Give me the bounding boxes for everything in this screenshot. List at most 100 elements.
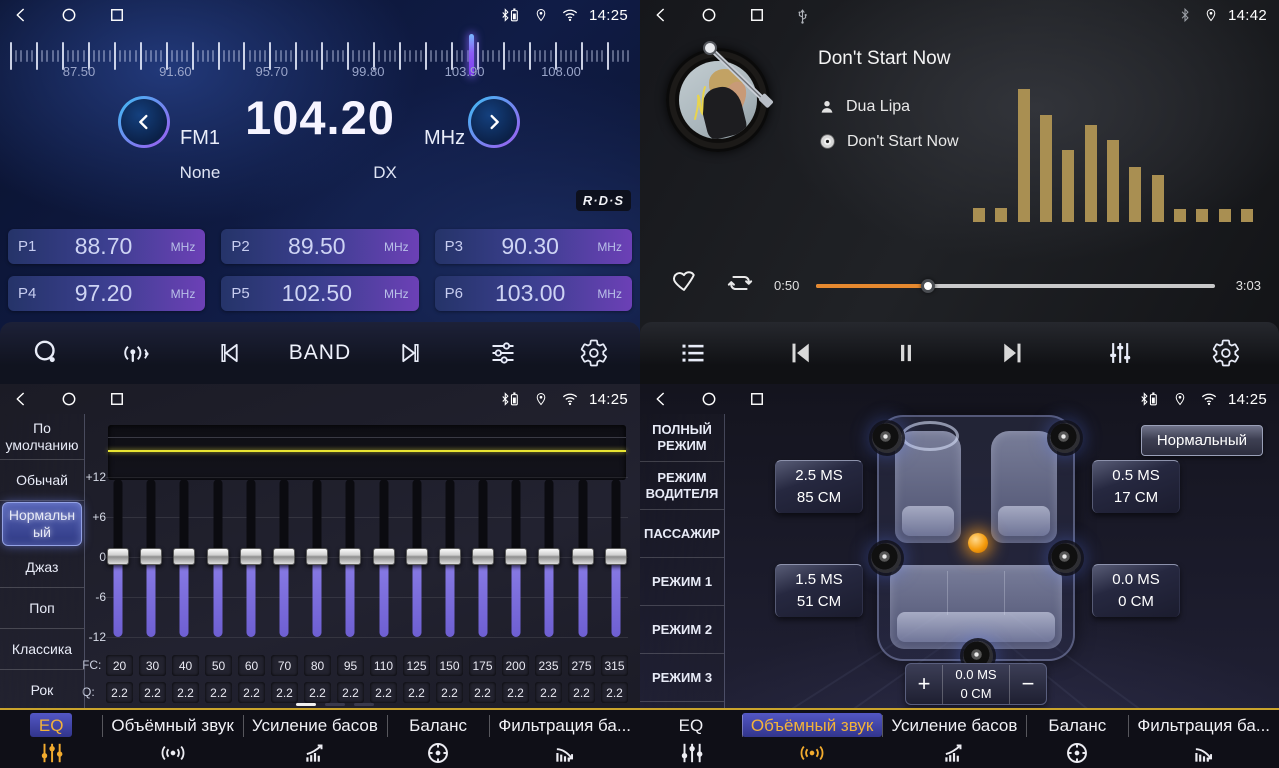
eq-band-slider[interactable] xyxy=(106,477,130,639)
mode-driver[interactable]: РЕЖИМ ВОДИТЕЛЯ xyxy=(640,462,724,510)
pause-button[interactable] xyxy=(853,339,960,367)
tab-bass-boost[interactable]: Усиление басов xyxy=(243,710,387,768)
favorite-button[interactable] xyxy=(670,268,698,294)
slider-thumb[interactable] xyxy=(173,548,195,565)
delay-chip-rear-right[interactable]: 0.0 MS 0 CM xyxy=(1092,564,1180,617)
eq-preset-custom[interactable]: Обычай xyxy=(0,460,84,501)
eq-band-slider[interactable] xyxy=(504,477,528,639)
eq-band-slider[interactable] xyxy=(471,477,495,639)
slider-thumb[interactable] xyxy=(306,548,328,565)
tab-surround[interactable]: Объёмный звук xyxy=(742,710,882,768)
preset-button[interactable]: P6 103.00 MHz xyxy=(435,276,632,311)
speaker-rear-right-icon[interactable] xyxy=(1051,543,1081,573)
eq-preset-jazz[interactable]: Джаз xyxy=(0,547,84,588)
delay-chip-rear-left[interactable]: 1.5 MS 51 CM xyxy=(775,564,863,617)
nav-home-icon[interactable] xyxy=(60,390,78,408)
nav-home-icon[interactable] xyxy=(700,390,718,408)
mode-2[interactable]: РЕЖИМ 2 xyxy=(640,606,724,654)
tab-filter[interactable]: Фильтрация ба... xyxy=(1128,710,1279,768)
band-button[interactable]: BAND xyxy=(274,341,365,365)
eq-band-slider[interactable] xyxy=(571,477,595,639)
nav-recents-icon[interactable] xyxy=(748,390,766,408)
slider-thumb[interactable] xyxy=(273,548,295,565)
eq-band-slider[interactable] xyxy=(438,477,462,639)
mode-passenger[interactable]: ПАССАЖИР xyxy=(640,510,724,558)
eq-preset-default[interactable]: По умолчанию xyxy=(0,414,84,460)
next-button[interactable] xyxy=(366,339,457,367)
slider-thumb[interactable] xyxy=(605,548,627,565)
slider-thumb[interactable] xyxy=(107,548,129,565)
tab-balance[interactable]: Баланс xyxy=(387,710,489,768)
tab-filter[interactable]: Фильтрация ба... xyxy=(489,710,640,768)
eq-band-slider[interactable] xyxy=(206,477,230,639)
progress-knob[interactable] xyxy=(921,279,935,293)
previous-button[interactable] xyxy=(747,338,854,368)
mode-1[interactable]: РЕЖИМ 1 xyxy=(640,558,724,606)
slider-thumb[interactable] xyxy=(439,548,461,565)
progress-bar[interactable] xyxy=(816,284,1215,288)
nav-back-icon[interactable] xyxy=(12,6,30,24)
eq-preset-classic[interactable]: Классика xyxy=(0,629,84,670)
eq-band-slider[interactable] xyxy=(172,477,196,639)
eq-band-slider[interactable] xyxy=(139,477,163,639)
scan-button[interactable] xyxy=(0,338,91,368)
tab-eq[interactable]: EQ xyxy=(640,710,742,768)
tab-eq[interactable]: EQ xyxy=(0,710,102,768)
preset-button[interactable]: P5 102.50 MHz xyxy=(221,276,418,311)
eq-preset-pop[interactable]: Поп xyxy=(0,588,84,629)
nav-home-icon[interactable] xyxy=(700,6,718,24)
repeat-button[interactable] xyxy=(724,271,756,295)
tab-surround[interactable]: Объёмный звук xyxy=(102,710,242,768)
nav-recents-icon[interactable] xyxy=(108,390,126,408)
slider-thumb[interactable] xyxy=(373,548,395,565)
tuner-settings-button[interactable] xyxy=(457,339,548,367)
delay-chip-front-right[interactable]: 0.5 MS 17 CM xyxy=(1092,460,1180,513)
speaker-front-right-icon[interactable] xyxy=(1050,423,1080,453)
eq-band-slider[interactable] xyxy=(405,477,429,639)
speaker-front-left-icon[interactable] xyxy=(872,423,902,453)
broadcast-button[interactable] xyxy=(91,339,182,367)
decrease-delay-button[interactable]: − xyxy=(1010,671,1046,697)
speaker-rear-left-icon[interactable] xyxy=(871,543,901,573)
listener-position-dot[interactable] xyxy=(968,533,988,553)
equalizer-button[interactable] xyxy=(1066,339,1173,367)
playlist-button[interactable] xyxy=(640,339,747,367)
mode-3[interactable]: РЕЖИМ 3 xyxy=(640,654,724,702)
mode-full[interactable]: ПОЛНЫЙ РЕЖИМ xyxy=(640,414,724,462)
eq-band-slider[interactable] xyxy=(338,477,362,639)
nav-back-icon[interactable] xyxy=(12,390,30,408)
tab-bass-boost[interactable]: Усиление басов xyxy=(882,710,1026,768)
slider-thumb[interactable] xyxy=(538,548,560,565)
delay-chip-front-left[interactable]: 2.5 MS 85 CM xyxy=(775,460,863,513)
profile-button[interactable]: Нормальный xyxy=(1141,425,1263,456)
preset-button[interactable]: P1 88.70 MHz xyxy=(8,229,205,264)
slider-thumb[interactable] xyxy=(140,548,162,565)
slider-thumb[interactable] xyxy=(207,548,229,565)
eq-band-slider[interactable] xyxy=(272,477,296,639)
nav-recents-icon[interactable] xyxy=(108,6,126,24)
increase-delay-button[interactable]: + xyxy=(906,671,942,697)
eq-band-slider[interactable] xyxy=(604,477,628,639)
eq-band-slider[interactable] xyxy=(537,477,561,639)
next-button[interactable] xyxy=(960,338,1067,368)
settings-button[interactable] xyxy=(549,338,640,368)
slider-thumb[interactable] xyxy=(505,548,527,565)
preset-button[interactable]: P2 89.50 MHz xyxy=(221,229,418,264)
seek-down-button[interactable] xyxy=(118,96,170,148)
eq-band-slider[interactable] xyxy=(239,477,263,639)
slider-thumb[interactable] xyxy=(339,548,361,565)
preset-button[interactable]: P3 90.30 MHz xyxy=(435,229,632,264)
tab-balance[interactable]: Баланс xyxy=(1026,710,1128,768)
slider-thumb[interactable] xyxy=(572,548,594,565)
nav-recents-icon[interactable] xyxy=(748,6,766,24)
slider-thumb[interactable] xyxy=(406,548,428,565)
settings-button[interactable] xyxy=(1173,338,1279,368)
preset-button[interactable]: P4 97.20 MHz xyxy=(8,276,205,311)
slider-thumb[interactable] xyxy=(240,548,262,565)
eq-band-slider[interactable] xyxy=(372,477,396,639)
seek-up-button[interactable] xyxy=(468,96,520,148)
eq-preset-normal[interactable]: Нормальный xyxy=(2,502,82,546)
previous-button[interactable] xyxy=(183,339,274,367)
nav-home-icon[interactable] xyxy=(60,6,78,24)
eq-preset-rock[interactable]: Рок xyxy=(0,670,84,711)
